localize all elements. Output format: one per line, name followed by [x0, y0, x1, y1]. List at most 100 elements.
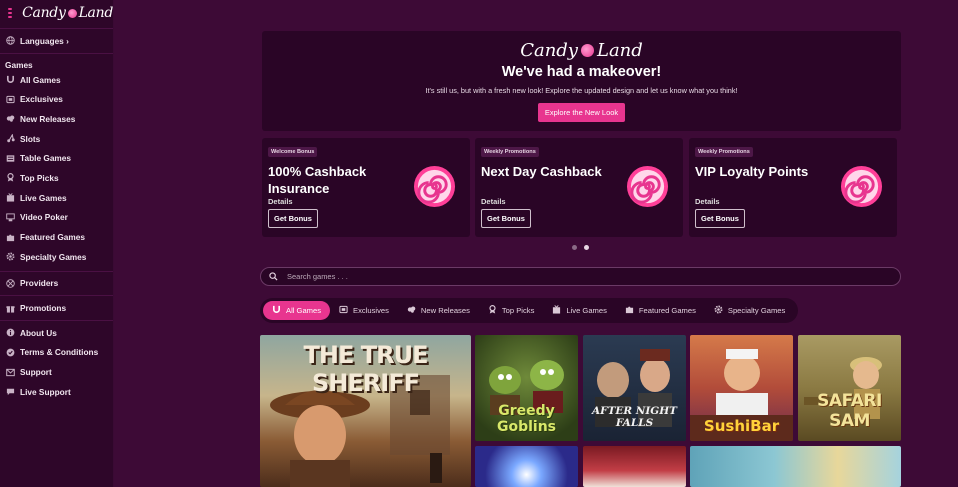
- sidebar-item-featured-games[interactable]: Featured Games: [0, 227, 113, 247]
- tab-label: Live Games: [566, 306, 607, 315]
- terms-icon: [6, 348, 15, 357]
- gear-icon: [714, 305, 723, 316]
- live-icon: [552, 305, 561, 316]
- get-bonus-button[interactable]: Get Bonus: [268, 209, 318, 228]
- sidebar-item-label: Promotions: [20, 303, 67, 314]
- game-category-tabs: All Games Exclusives New Releases Top Picks…: [260, 298, 799, 323]
- sidebar-item-specialty-games[interactable]: Specialty Games: [0, 247, 113, 267]
- game-tile[interactable]: SAFARI SAM: [798, 335, 901, 441]
- game-tile[interactable]: [690, 446, 901, 487]
- promo-details-link[interactable]: Details: [268, 197, 293, 206]
- video-poker-icon: [6, 213, 15, 222]
- sidebar-item-table-games[interactable]: Table Games: [0, 148, 113, 168]
- sidebar-item-live-games[interactable]: Live Games: [0, 188, 113, 208]
- tab-label: Top Picks: [501, 306, 535, 315]
- promo-card[interactable]: Weekly Promotions VIP Loyalty Points Det…: [689, 138, 897, 237]
- tab-top-picks[interactable]: Top Picks: [479, 301, 544, 320]
- sidebar-item-label: Featured Games: [20, 232, 86, 243]
- game-tile[interactable]: AFTER NIGHT FALLS: [583, 335, 686, 441]
- tab-label: Specialty Games: [727, 306, 786, 315]
- hamburger-menu-icon[interactable]: [8, 8, 13, 18]
- makeover-banner: Candy Land We've had a makeover! It's sti…: [262, 31, 901, 131]
- sidebar-section-heading: Games: [5, 59, 33, 70]
- promo-title: Next Day Cashback: [481, 164, 602, 179]
- sidebar-item-top-picks[interactable]: Top Picks: [0, 168, 113, 188]
- candy-swirl-icon: [626, 165, 669, 208]
- banner-title: We've had a makeover!: [501, 64, 662, 80]
- top-picks-icon: [6, 173, 15, 183]
- sidebar-item-exclusives[interactable]: Exclusives: [0, 89, 113, 109]
- promo-badge: Weekly Promotions: [481, 147, 539, 157]
- sidebar-item-video-poker[interactable]: Video Poker: [0, 208, 113, 228]
- sidebar-item-label: Live Games: [20, 192, 67, 203]
- table-icon: [6, 154, 15, 163]
- top-bar: Candy Land: [0, 0, 113, 26]
- gear-icon: [6, 252, 15, 261]
- divider: [0, 319, 113, 321]
- tab-label: All Games: [286, 306, 322, 315]
- sidebar-item-terms-conditions[interactable]: Terms & Conditions: [0, 343, 113, 363]
- tab-specialty-games[interactable]: Specialty Games: [705, 301, 794, 320]
- puzzle-icon: [6, 233, 15, 242]
- sidebar-item-label: Top Picks: [20, 172, 59, 183]
- info-icon: [6, 328, 15, 337]
- game-tile[interactable]: [583, 446, 686, 487]
- candy-swirl-icon: [413, 165, 456, 208]
- sidebar-item-live-support[interactable]: Live Support: [0, 382, 113, 402]
- sidebar-item-label: Providers: [20, 278, 59, 289]
- tab-exclusives[interactable]: Exclusives: [330, 301, 398, 320]
- promo-card[interactable]: Welcome Bonus 100% Cashback Insurance De…: [262, 138, 470, 237]
- support-icon: [6, 368, 15, 377]
- game-tile[interactable]: THE TRUE SHERIFF: [260, 335, 471, 487]
- tab-all-games[interactable]: All Games: [263, 301, 331, 320]
- live-support-icon: [6, 387, 15, 396]
- game-title: Greedy Goblins: [496, 403, 557, 435]
- carousel-dot[interactable]: [572, 245, 577, 250]
- promo-title: 100% Cashback Insurance: [268, 164, 367, 196]
- game-title: SushiBar: [703, 417, 780, 435]
- sidebar-item-slots[interactable]: Slots: [0, 129, 113, 149]
- banner-subtitle: It's still us, but with a fresh new look…: [425, 86, 738, 95]
- divider: [0, 295, 113, 297]
- sidebar-item-languages[interactable]: Languages ›: [0, 31, 113, 51]
- exclusives-icon: [6, 95, 15, 104]
- get-bonus-button[interactable]: Get Bonus: [481, 209, 531, 228]
- cherries-icon: [6, 134, 15, 143]
- horseshoe-icon: [6, 75, 15, 84]
- game-tile[interactable]: Greedy Goblins: [475, 335, 578, 441]
- sidebar-item-label: All Games: [20, 74, 61, 85]
- explore-new-look-button[interactable]: Explore the New Look: [537, 103, 626, 122]
- sidebar-item-label: Exclusives: [20, 94, 63, 105]
- gift-icon: [6, 304, 15, 313]
- tab-label: New Releases: [420, 306, 470, 315]
- tab-live-games[interactable]: Live Games: [543, 301, 616, 320]
- sidebar-item-label: Table Games: [20, 153, 72, 164]
- game-tile[interactable]: [475, 446, 578, 487]
- sidebar-item-about-us[interactable]: About Us: [0, 323, 113, 343]
- game-title: SAFARI SAM: [817, 391, 882, 431]
- sidebar-item-support[interactable]: Support: [0, 362, 113, 382]
- globe-icon: [6, 36, 15, 46]
- brand-logo[interactable]: Candy Land: [22, 5, 113, 21]
- live-icon: [6, 193, 15, 202]
- sidebar-item-providers[interactable]: Providers: [0, 274, 113, 294]
- providers-icon: [6, 279, 15, 288]
- search-bar[interactable]: [260, 267, 901, 286]
- get-bonus-button[interactable]: Get Bonus: [695, 209, 745, 228]
- tab-featured-games[interactable]: Featured Games: [616, 301, 705, 320]
- sidebar-item-all-games[interactable]: All Games: [0, 70, 113, 90]
- sidebar-item-new-releases[interactable]: New Releases: [0, 109, 113, 129]
- game-tile[interactable]: SushiBar: [690, 335, 793, 441]
- brand-logo-large: Candy Land: [520, 40, 643, 61]
- tab-new-releases[interactable]: New Releases: [398, 301, 479, 320]
- carousel-dot-active[interactable]: [584, 245, 589, 250]
- promo-details-link[interactable]: Details: [695, 197, 720, 206]
- promo-card[interactable]: Weekly Promotions Next Day Cashback Deta…: [475, 138, 683, 237]
- sidebar-item-promotions[interactable]: Promotions: [0, 298, 113, 318]
- tab-label: Exclusives: [353, 306, 389, 315]
- sidebar-item-label: Slots: [20, 133, 41, 144]
- game-title: AFTER NIGHT FALLS: [591, 405, 677, 429]
- promo-details-link[interactable]: Details: [481, 197, 506, 206]
- sidebar: Candy Land Languages › Games All Games Exc…: [0, 0, 114, 487]
- search-input[interactable]: [287, 272, 847, 281]
